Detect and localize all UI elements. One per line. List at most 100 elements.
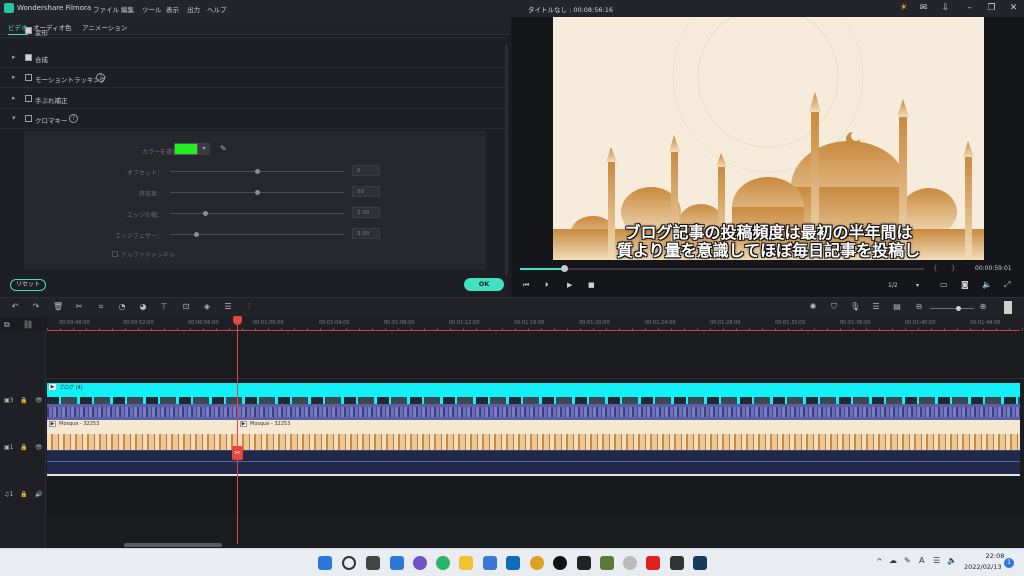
alpha-channel-checkbox[interactable] (112, 251, 118, 257)
app-icon[interactable] (623, 556, 637, 570)
edge-feather-value[interactable]: 3.00 (352, 228, 380, 239)
eye-icon[interactable]: 👁 (35, 444, 43, 451)
panel-scrollbar[interactable] (505, 45, 508, 275)
lock-icon[interactable]: 🔒 (20, 444, 27, 451)
mark-out-icon[interactable]: } (951, 264, 955, 272)
redo-icon[interactable]: ↷ (31, 302, 41, 312)
offset-slider-knob[interactable] (255, 169, 260, 174)
zoom-slider-knob[interactable] (956, 306, 961, 311)
menu-file[interactable]: ファイル (93, 4, 119, 14)
speaker-icon[interactable]: 🔈 (947, 556, 957, 565)
prop-row-stabilization[interactable]: ▸ 手ぶれ補正 (0, 90, 505, 109)
sun-icon[interactable]: ☀ (898, 3, 909, 14)
edge-thickness-value[interactable]: 2.00 (352, 207, 380, 218)
zoom-out-icon[interactable]: ⊖ (914, 302, 924, 312)
delete-icon[interactable]: 🗑 (53, 302, 63, 312)
monitor-icon[interactable]: ▭ (940, 280, 948, 289)
previous-frame-icon[interactable]: ⏮ (523, 281, 529, 290)
color-swatch[interactable] (174, 143, 198, 155)
subtitle-icon[interactable]: ▤ (892, 302, 902, 312)
play-icon[interactable]: ▶ (567, 281, 572, 289)
offset-value[interactable]: 0 (352, 165, 380, 176)
lock-icon[interactable]: 🔒 (20, 397, 27, 404)
split-scissors-icon[interactable]: ✂ (232, 446, 243, 460)
motion-tracking-checkbox[interactable] (25, 74, 32, 81)
zoom-in-icon[interactable]: ⊕ (978, 302, 988, 312)
render-icon[interactable]: ✺ (808, 302, 818, 312)
composite-checkbox[interactable] (25, 54, 32, 61)
reset-button[interactable]: リセット (10, 279, 46, 291)
add-track-icon[interactable]: ⧉ (4, 320, 10, 330)
close-icon[interactable]: ✕ (1008, 3, 1019, 14)
store-icon[interactable] (483, 556, 497, 570)
help-icon[interactable]: ? (96, 73, 105, 82)
file-explorer-icon[interactable] (459, 556, 473, 570)
collapse-arrow-icon[interactable]: ▾ (12, 114, 16, 122)
microphone-icon[interactable]: 🎙 (850, 302, 860, 312)
adjust-icon[interactable]: ☰ (223, 302, 233, 312)
chat-icon[interactable] (413, 556, 427, 570)
youtube-icon[interactable] (646, 556, 660, 570)
chrome-icon[interactable] (530, 556, 544, 570)
transform-checkbox[interactable] (25, 27, 32, 34)
crop-icon[interactable]: ⌗ (96, 302, 106, 312)
speed-icon[interactable]: ◔ (117, 302, 127, 312)
edge-thickness-slider[interactable] (170, 213, 344, 214)
mail-app-icon[interactable] (506, 556, 520, 570)
edge-icon[interactable] (436, 556, 450, 570)
menu-edit[interactable]: 編集 (121, 4, 134, 14)
help-icon[interactable]: ? (69, 114, 78, 123)
freeze-frame-icon[interactable]: ⊤ (159, 302, 169, 312)
title-clip[interactable]: ▶ ブログ (4) (47, 383, 1020, 404)
app-icon[interactable] (600, 556, 614, 570)
stabilization-checkbox[interactable] (25, 95, 32, 102)
prop-row-composite[interactable]: ▸ 合成 (0, 49, 505, 68)
restore-icon[interactable]: ❐ (986, 3, 997, 14)
minimize-icon[interactable]: – (964, 3, 975, 14)
timeline-scrollbar[interactable] (124, 543, 222, 547)
expand-arrow-icon[interactable]: ▸ (12, 73, 16, 81)
stop-icon[interactable]: ■ (588, 281, 595, 289)
keyframe-icon[interactable]: ◈ (202, 302, 212, 312)
wifi-icon[interactable]: ☰ (933, 556, 940, 565)
chevron-up-icon[interactable]: ^ (876, 557, 883, 566)
audio-wave-icon[interactable]: ⫶ (244, 302, 254, 312)
link-icon[interactable]: ⛓ (23, 320, 33, 329)
prop-row-motion-tracking[interactable]: ▸ モーショントラッキング ? (0, 69, 505, 88)
pen-icon[interactable]: ✎ (904, 556, 911, 565)
windows-start-icon[interactable] (318, 556, 332, 570)
notes-icon[interactable] (577, 556, 591, 570)
menu-help[interactable]: ヘルプ (207, 4, 227, 14)
quality-chevron-down-icon[interactable]: ▾ (916, 282, 919, 289)
filmora-taskbar-icon[interactable] (693, 556, 707, 570)
snapshot-icon[interactable]: ◙ (961, 280, 969, 289)
edge-feather-slider-knob[interactable] (194, 232, 200, 237)
video-clip-a[interactable]: ▶ Mosque - 32253 (47, 420, 237, 450)
playhead[interactable] (237, 317, 238, 544)
eye-icon[interactable]: 👁 (35, 397, 43, 404)
search-icon[interactable] (342, 556, 356, 570)
playback-progress-track[interactable] (520, 268, 924, 270)
font-icon[interactable]: A (919, 556, 924, 565)
video-clip-b[interactable]: ▶ Mosque - 32253 (238, 420, 1020, 450)
expand-arrow-icon[interactable]: ▸ (12, 53, 16, 61)
cloud-icon[interactable]: ☁ (889, 556, 897, 565)
menu-export[interactable]: 出力 (187, 4, 200, 14)
task-view-icon[interactable] (366, 556, 380, 570)
zoom-slider[interactable] (930, 308, 974, 309)
widgets-icon[interactable] (390, 556, 404, 570)
menu-tools[interactable]: ツール (142, 4, 162, 14)
ok-button[interactable]: OK (464, 278, 504, 291)
cut-icon[interactable]: ✂ (74, 302, 84, 312)
speaker-icon[interactable]: 🔊 (35, 491, 42, 498)
clock-time[interactable]: 22:08 (980, 552, 1010, 560)
amazon-icon[interactable] (670, 556, 684, 570)
expand-arrow-icon[interactable]: ▸ (12, 94, 16, 102)
timeline-ruler[interactable]: 00:00:48:00 00:00:52:00 00:00:56:00 00:0… (47, 317, 1024, 331)
marker-icon[interactable]: ⛉ (829, 302, 839, 312)
chevron-down-icon[interactable]: ▾ (198, 143, 210, 155)
panel-toggle-icon[interactable] (1004, 301, 1012, 314)
prop-row-chroma-key[interactable]: ▾ クロマキー ? (0, 110, 505, 129)
color-palette-icon[interactable]: ◕ (138, 302, 148, 312)
playhead-handle[interactable] (233, 316, 242, 325)
